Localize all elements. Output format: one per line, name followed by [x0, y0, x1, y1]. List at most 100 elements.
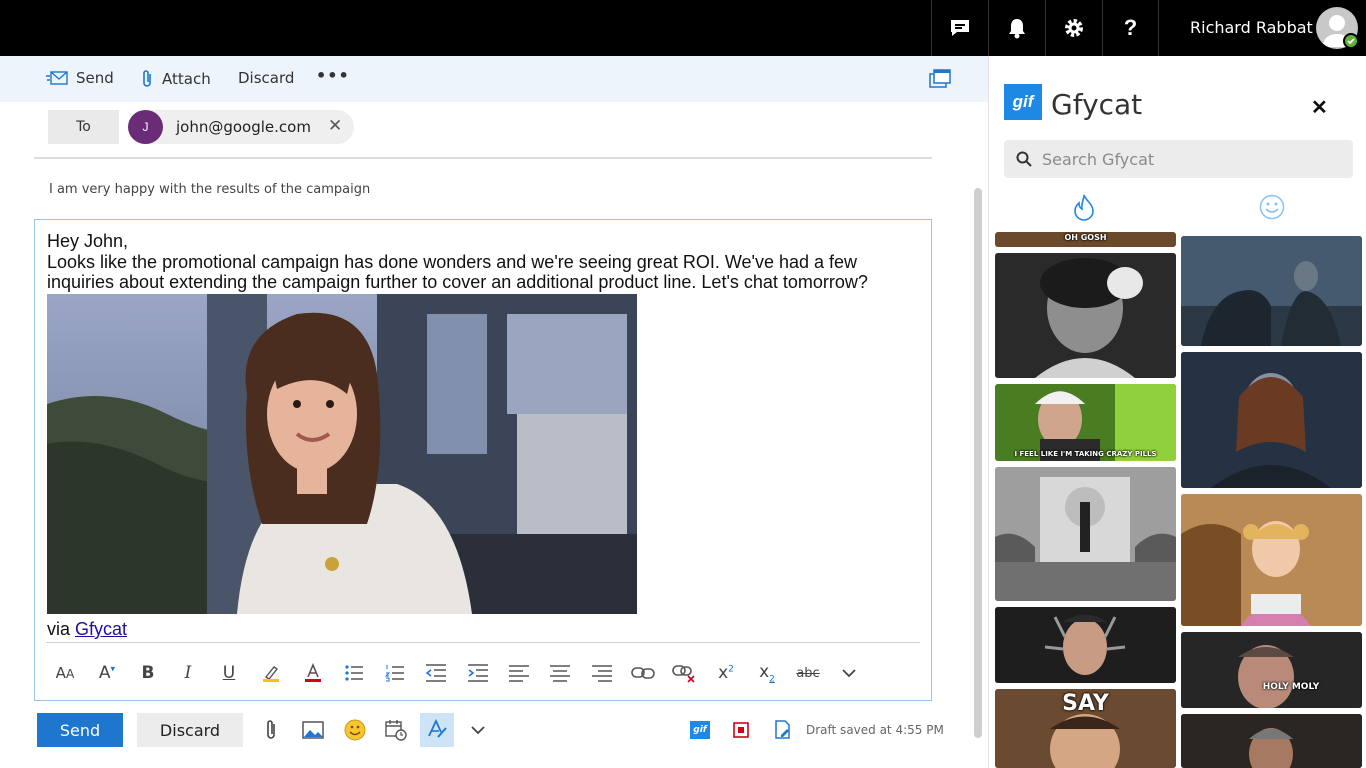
gif-thumbnail[interactable]	[995, 253, 1176, 378]
presence-available-icon	[1343, 33, 1359, 49]
tab-reactions[interactable]	[1258, 193, 1286, 221]
calendar-clock-icon	[385, 720, 407, 741]
align-center-icon	[550, 665, 570, 682]
bulleted-list-icon	[345, 665, 363, 681]
format-text-toggle[interactable]	[420, 713, 454, 747]
remove-link-button[interactable]	[668, 656, 700, 690]
notifications-button[interactable]	[988, 0, 1045, 56]
divider	[34, 157, 932, 159]
send-button[interactable]: Send	[37, 713, 123, 747]
font-size-button[interactable]: A▾	[91, 656, 123, 690]
emoji-icon	[344, 719, 366, 741]
remove-recipient-icon[interactable]: ✕	[328, 116, 342, 136]
insert-link-button[interactable]	[627, 656, 659, 690]
gfycat-addin-button[interactable]: gif	[683, 713, 717, 747]
gif-caption: OH GOSH	[1064, 233, 1107, 242]
emoji-button[interactable]	[338, 713, 372, 747]
numbering-button[interactable]	[379, 656, 411, 690]
settings-button[interactable]	[1045, 0, 1102, 56]
more-icon: •••	[316, 66, 350, 85]
gfycat-search-box	[1004, 140, 1353, 178]
font-size-icon: AA	[55, 664, 75, 682]
gif-caption: HOLY MOLY	[1262, 682, 1320, 692]
align-left-button[interactable]	[503, 656, 535, 690]
to-button[interactable]: To	[48, 110, 119, 144]
divider	[46, 642, 920, 643]
popout-icon	[929, 69, 951, 88]
schedule-button[interactable]	[379, 713, 413, 747]
paperclip-icon	[143, 70, 151, 87]
signature-button[interactable]	[766, 713, 800, 747]
indent-icon	[468, 664, 488, 682]
align-center-button[interactable]	[544, 656, 576, 690]
via-prefix: via	[47, 619, 76, 639]
highlight-button[interactable]	[255, 656, 287, 690]
insert-picture-button[interactable]	[296, 713, 330, 747]
subscript-icon: x2	[759, 661, 775, 685]
scrollbar[interactable]	[974, 188, 982, 738]
superscript-icon: x2	[718, 663, 734, 683]
more-actions-button[interactable]	[461, 713, 495, 747]
more-options-button[interactable]: •••	[316, 66, 350, 85]
underline-button[interactable]: U	[213, 656, 245, 690]
gfycat-link[interactable]: Gfycat	[75, 619, 127, 639]
numbered-list-icon	[385, 665, 404, 682]
bell-icon	[1009, 19, 1025, 39]
align-left-icon	[509, 665, 529, 682]
draft-status: Draft saved at 4:55 PM	[806, 723, 944, 737]
top-bar: ? Richard Rabbat	[0, 0, 1366, 56]
font-color-button[interactable]	[297, 656, 329, 690]
superscript-button[interactable]: x2	[710, 656, 742, 690]
compose-toolbar: Send Attach Discard •••	[0, 56, 988, 102]
decrease-indent-button[interactable]	[420, 656, 452, 690]
attach-toolbar-button[interactable]: Attach	[140, 69, 211, 89]
italic-button[interactable]: I	[172, 656, 204, 690]
popout-button[interactable]	[929, 69, 951, 94]
via-attribution: via Gfycat	[47, 619, 127, 640]
gif-thumbnail[interactable]: I FEEL LIKE I'M TAKING CRAZY PILLS	[995, 384, 1176, 461]
attach-toolbar-label: Attach	[162, 70, 211, 88]
attach-button[interactable]	[254, 713, 288, 747]
message-body-text[interactable]: Hey John, Looks like the promotional cam…	[47, 231, 927, 293]
send-toolbar-button[interactable]: Send	[46, 69, 114, 87]
more-formatting-button[interactable]	[833, 656, 865, 690]
bullets-button[interactable]	[338, 656, 370, 690]
gif-thumbnail[interactable]: OH GOSH	[995, 232, 1176, 247]
outdent-icon	[425, 664, 446, 682]
gif-thumbnail[interactable]	[995, 607, 1176, 683]
bold-button[interactable]: B	[132, 656, 164, 690]
discard-button[interactable]: Discard	[137, 713, 243, 747]
gif-thumbnail[interactable]: SAY	[995, 689, 1176, 768]
increase-indent-button[interactable]	[462, 656, 494, 690]
gif-thumbnail[interactable]	[995, 467, 1176, 601]
gfycat-search-input[interactable]	[1042, 140, 1342, 178]
font-face-button[interactable]: AA	[49, 656, 81, 690]
tab-trending[interactable]	[1070, 193, 1098, 221]
gif-thumbnail[interactable]	[1181, 236, 1362, 346]
strikethrough-icon: abc	[796, 665, 820, 681]
addin-button[interactable]	[724, 713, 758, 747]
body-paragraph: Looks like the promotional campaign has …	[47, 251, 868, 293]
image-icon	[302, 721, 324, 739]
gif-thumbnail[interactable]	[1181, 494, 1362, 626]
close-icon[interactable]: ✕	[1311, 95, 1328, 120]
user-name[interactable]: Richard Rabbat	[1190, 18, 1313, 37]
help-button[interactable]: ?	[1102, 0, 1159, 56]
embedded-gif-image[interactable]	[47, 294, 637, 614]
chat-button[interactable]	[931, 0, 988, 56]
gif-caption: I FEEL LIKE I'M TAKING CRAZY PILLS	[1014, 450, 1157, 458]
strikethrough-button[interactable]: abc	[792, 656, 824, 690]
gif-thumbnail[interactable]: HOLY MOLY	[1181, 632, 1362, 708]
bold-icon: B	[141, 663, 155, 683]
align-right-button[interactable]	[586, 656, 618, 690]
font-grow-icon: A▾	[98, 663, 116, 683]
recipient-avatar: J	[128, 110, 163, 144]
subject-field[interactable]: I am very happy with the results of the …	[49, 182, 370, 197]
subscript-button[interactable]: x2	[751, 656, 783, 690]
discard-toolbar-button[interactable]: Discard	[238, 69, 294, 87]
gif-thumbnail[interactable]	[1181, 714, 1362, 768]
align-right-icon	[592, 665, 612, 682]
recipient-chip[interactable]: J john@google.com ✕	[128, 110, 354, 144]
gif-thumbnail[interactable]	[1181, 352, 1362, 488]
question-icon: ?	[1123, 15, 1138, 40]
